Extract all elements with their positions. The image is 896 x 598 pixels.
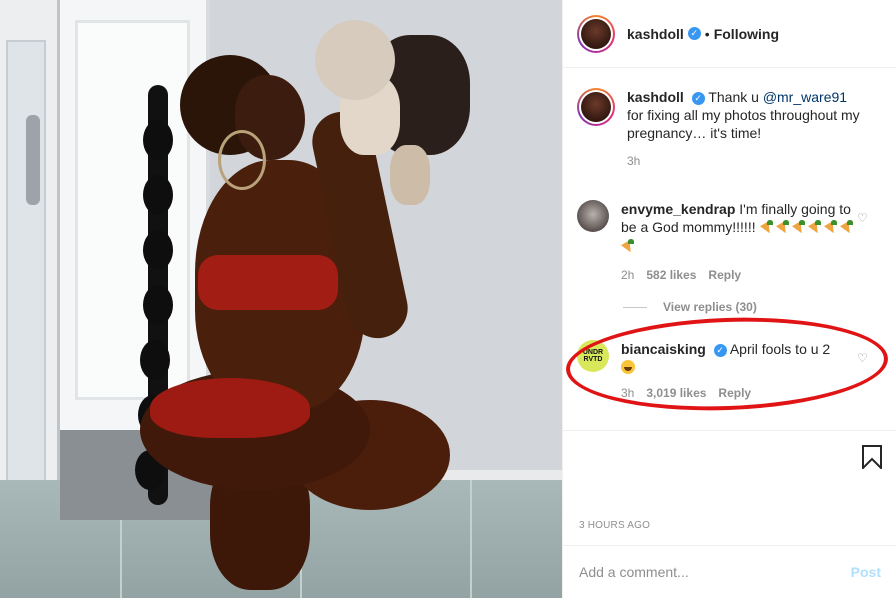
caption-text-end: for fixing all my photos throughout my p… (627, 107, 860, 141)
avatar-image (581, 92, 611, 122)
comment-input[interactable] (579, 564, 851, 580)
photo-floor-tile (470, 480, 472, 598)
photo-hair-bubble (143, 285, 173, 325)
replies-line (623, 306, 647, 308)
photo-dog (310, 5, 470, 205)
carrot-emoji-icon (824, 220, 838, 234)
reply-button[interactable]: Reply (708, 268, 741, 282)
verified-icon: ✓ (713, 343, 727, 357)
photo-hair-bubble (143, 120, 173, 160)
post-timestamp[interactable]: 3 HOURS AGO (579, 520, 650, 531)
photo-hair-bubble (143, 175, 173, 215)
photo-door-glass (6, 40, 46, 510)
avatar-logo-text: UNDR RVTD (582, 349, 604, 363)
comment-likes[interactable]: 582 likes (646, 268, 696, 282)
comment-item: UNDR RVTD biancaisking ✓ April fools to … (577, 340, 887, 400)
comment-body: biancaisking ✓ April fools to u 2 3h 3,0… (621, 340, 861, 400)
caption-mention-link[interactable]: @mr_ware91 (763, 89, 847, 105)
post-side-panel: kashdoll ✓ • Following kashdoll ✓ Thank … (562, 0, 896, 598)
caption-time[interactable]: 3h (627, 154, 640, 168)
comment-username[interactable]: envyme_kendrap (621, 201, 735, 217)
carrot-emoji-icon (776, 220, 790, 234)
caption-avatar[interactable] (577, 88, 615, 126)
laughing-emoji-icon (621, 360, 635, 374)
caption-body: kashdoll ✓ Thank u @mr_ware91 for fixing… (627, 88, 867, 168)
caption-username[interactable]: kashdoll (627, 89, 684, 105)
carrot-emoji-icon (840, 220, 854, 234)
comment-time[interactable]: 2h (621, 268, 634, 282)
bookmark-icon[interactable] (861, 445, 883, 469)
comment-item: envyme_kendrap I'm finally going to be a… (577, 200, 887, 282)
comment-time[interactable]: 3h (621, 386, 634, 400)
caption-text-start: Thank u (708, 89, 763, 105)
post-username[interactable]: kashdoll (627, 26, 684, 42)
following-button[interactable]: Following (714, 26, 779, 42)
photo-red-top (198, 255, 338, 310)
photo-window-pane (75, 20, 190, 400)
view-replies-button[interactable]: View replies (30) (623, 300, 757, 314)
comment-message: April fools to u 2 (729, 341, 831, 357)
photo-door-handle (26, 115, 40, 205)
heart-icon[interactable]: ♡ (857, 212, 869, 224)
comment-likes[interactable]: 3,019 likes (646, 386, 706, 400)
post-header: kashdoll ✓ • Following (563, 0, 896, 68)
comment-avatar[interactable]: UNDR RVTD (577, 340, 609, 372)
photo-dog-paw (390, 145, 430, 205)
comment-text: biancaisking ✓ April fools to u 2 (621, 340, 861, 376)
comment-avatar[interactable] (577, 200, 609, 232)
verified-icon: ✓ (687, 27, 701, 40)
carrot-emoji-icon (792, 220, 806, 234)
photo-red-briefs (150, 378, 310, 438)
add-comment-bar: Post (563, 545, 896, 598)
photo-earring (218, 130, 266, 190)
carrot-emoji-icon (760, 220, 774, 234)
photo-hair-bubble (143, 230, 173, 270)
view-replies-label: View replies (30) (663, 300, 757, 314)
avatar-image (581, 18, 611, 49)
caption-text: kashdoll ✓ Thank u @mr_ware91 for fixing… (627, 88, 867, 142)
photo-hair-bubble (140, 340, 170, 380)
heart-icon[interactable]: ♡ (857, 352, 869, 364)
carrot-emoji-icon (808, 220, 822, 234)
carrot-emoji-icon (621, 239, 635, 253)
comment-body: envyme_kendrap I'm finally going to be a… (621, 200, 861, 282)
verified-icon: ✓ (691, 91, 705, 105)
caption: kashdoll ✓ Thank u @mr_ware91 for fixing… (577, 88, 887, 168)
avatar[interactable] (577, 14, 615, 53)
separator-dot: • (704, 25, 710, 42)
comment-text: envyme_kendrap I'm finally going to be a… (621, 200, 861, 256)
post-button[interactable]: Post (851, 564, 881, 580)
action-bar (563, 430, 896, 490)
post-photo[interactable] (0, 0, 562, 598)
reply-button[interactable]: Reply (718, 386, 751, 400)
photo-dog-head (315, 20, 395, 100)
comment-username[interactable]: biancaisking (621, 341, 706, 357)
